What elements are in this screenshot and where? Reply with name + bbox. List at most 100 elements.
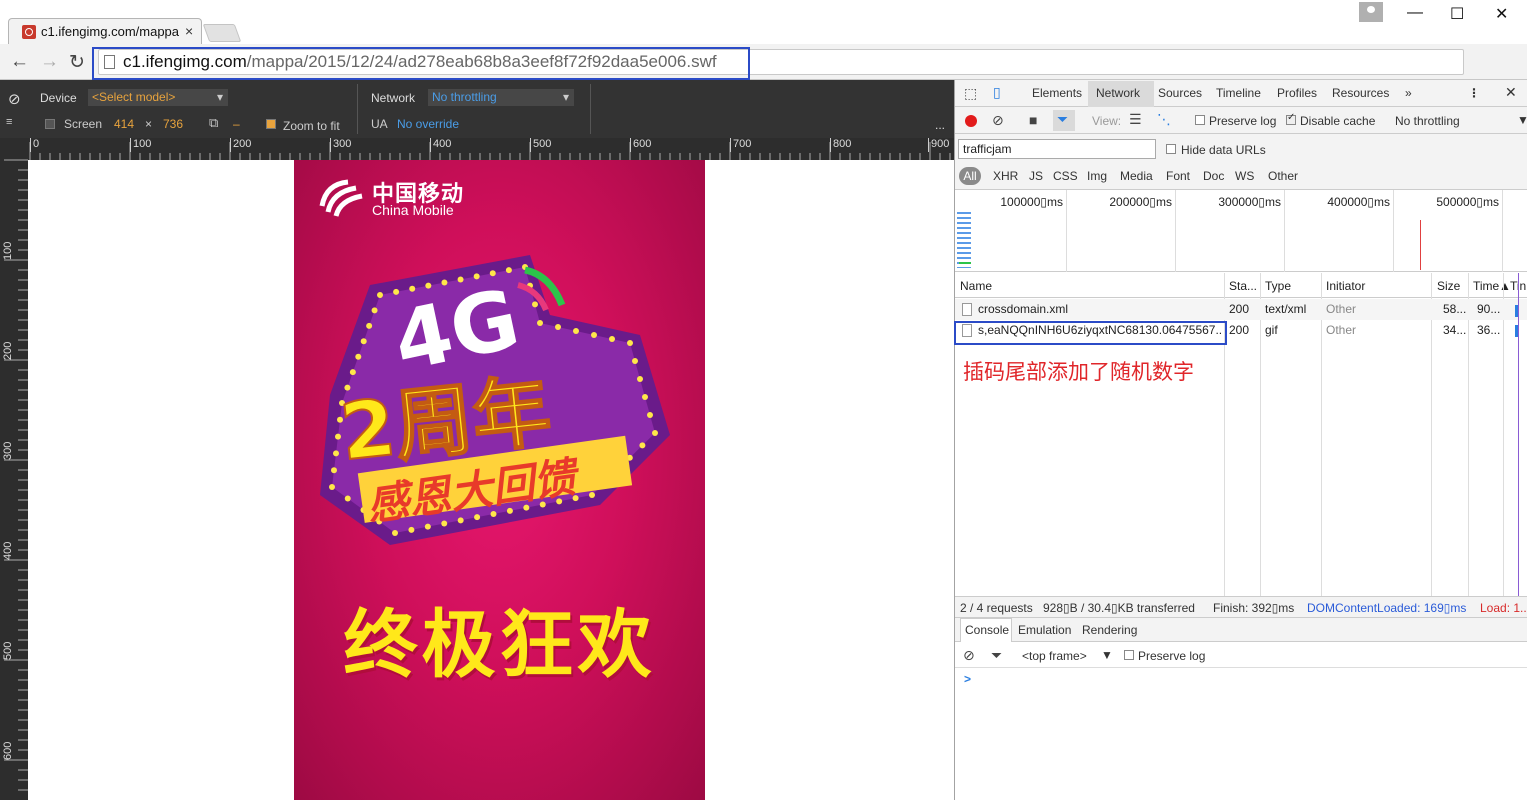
- devtools-panel: ⬚ ▯ Elements Network Sources Timeline Pr…: [954, 80, 1527, 800]
- window-close-button[interactable]: ✕: [1495, 4, 1508, 24]
- logo-english-text: China Mobile: [372, 202, 454, 218]
- tab-network[interactable]: Network: [1096, 86, 1140, 100]
- type-media[interactable]: Media: [1120, 169, 1153, 183]
- hide-data-urls-label: Hide data URLs: [1181, 143, 1266, 157]
- preserve-log-checkbox[interactable]: [1195, 115, 1205, 125]
- filter-icon[interactable]: ⏷: [1057, 111, 1068, 128]
- status-finish: Finish: 392▯ms: [1213, 601, 1295, 615]
- reload-icon[interactable]: ↻: [69, 51, 85, 74]
- col-name[interactable]: Name: [960, 279, 992, 293]
- throttling-select[interactable]: No throttling: [1395, 114, 1460, 128]
- anniversary-badge: 4G 2周年 感恩大回馈: [320, 255, 670, 545]
- tab-profiles[interactable]: Profiles: [1277, 86, 1317, 100]
- dimension-times: ×: [145, 117, 153, 131]
- more-options-icon[interactable]: ...: [935, 118, 945, 132]
- profile-icon[interactable]: [1359, 2, 1383, 22]
- tab-emulation[interactable]: Emulation: [1018, 623, 1071, 637]
- network-overview: 100000▯ms 200000▯ms 300000▯ms 400000▯ms …: [955, 190, 1527, 272]
- back-arrow-icon[interactable]: ←: [10, 51, 29, 73]
- tab-resources[interactable]: Resources: [1332, 86, 1389, 100]
- overview-tick: 100000▯ms: [1000, 195, 1063, 209]
- ruler-label: 700: [730, 138, 751, 152]
- type-img[interactable]: Img: [1087, 169, 1107, 183]
- disable-cache-checkbox[interactable]: [1286, 112, 1296, 125]
- divider: [590, 84, 591, 134]
- annotation-text: 插码尾部添加了随机数字: [963, 361, 1194, 384]
- disable-cache-label: Disable cache: [1300, 114, 1376, 128]
- forward-arrow-icon[interactable]: →: [40, 51, 59, 73]
- overview-tick: 300000▯ms: [1218, 195, 1281, 209]
- request-table-header: Name Sta... Type Initiator Size Time ▲ T…: [955, 273, 1527, 298]
- screen-checkbox[interactable]: [45, 119, 55, 129]
- type-ws[interactable]: WS: [1235, 169, 1254, 183]
- throttling-dropdown-icon[interactable]: ▼: [1517, 113, 1527, 127]
- type-xhr[interactable]: XHR: [993, 169, 1018, 183]
- zoom-to-fit-checkbox[interactable]: [266, 119, 276, 129]
- ruler-label: 400: [430, 138, 451, 152]
- device-label: Device: [40, 91, 77, 105]
- screen-width[interactable]: 414: [114, 117, 134, 131]
- col-time[interactable]: Time: [1473, 279, 1499, 293]
- ruler-label: 500: [530, 138, 551, 152]
- row-time: 36...: [1477, 323, 1501, 337]
- screen-height[interactable]: 736: [163, 117, 183, 131]
- row-name[interactable]: crossdomain.xml: [978, 302, 1218, 316]
- overview-icon[interactable]: ⋱: [1157, 111, 1171, 128]
- more-tabs-icon[interactable]: »: [1405, 86, 1412, 100]
- network-throttle-select[interactable]: No throttling ▾: [428, 89, 574, 106]
- view-label: View:: [1092, 114, 1122, 128]
- large-rows-icon[interactable]: ☰: [1129, 111, 1142, 128]
- console-preserve-log-label: Preserve log: [1138, 649, 1206, 663]
- type-css[interactable]: CSS: [1053, 169, 1078, 183]
- type-font[interactable]: Font: [1166, 169, 1190, 183]
- ua-override-value[interactable]: No override: [397, 117, 459, 131]
- type-doc[interactable]: Doc: [1203, 169, 1224, 183]
- record-icon[interactable]: [965, 115, 977, 127]
- frame-dropdown-icon[interactable]: ▼: [1101, 648, 1113, 662]
- devtools-close-icon[interactable]: ✕: [1505, 84, 1517, 101]
- devtools-menu-icon[interactable]: ⋮: [1468, 86, 1480, 100]
- china-mobile-logo-icon: [319, 179, 363, 217]
- maximize-button[interactable]: ☐: [1450, 4, 1464, 24]
- col-size[interactable]: Size: [1437, 279, 1460, 293]
- type-all[interactable]: All: [959, 167, 981, 185]
- device-mode-icon[interactable]: ▯: [993, 84, 1001, 101]
- overview-tick: 400000▯ms: [1327, 195, 1390, 209]
- table-row[interactable]: crossdomain.xml 200 text/xml Other 58...…: [955, 299, 1527, 320]
- row-type: text/xml: [1265, 302, 1307, 316]
- device-mode-toggle-icon[interactable]: ⊘: [8, 90, 21, 108]
- col-initiator[interactable]: Initiator: [1326, 279, 1365, 293]
- ruler-label: 400: [2, 541, 14, 560]
- clear-icon[interactable]: ⊘: [992, 112, 1004, 129]
- type-js[interactable]: JS: [1029, 169, 1043, 183]
- camera-icon[interactable]: ■: [1029, 112, 1037, 128]
- console-prompt[interactable]: >: [964, 672, 971, 686]
- col-type[interactable]: Type: [1265, 279, 1291, 293]
- console-clear-icon[interactable]: ⊘: [963, 647, 975, 664]
- col-status[interactable]: Sta...: [1229, 279, 1257, 293]
- tab-rendering[interactable]: Rendering: [1082, 623, 1137, 637]
- hide-data-urls-checkbox[interactable]: [1166, 144, 1176, 154]
- emulation-options-icon[interactable]: ≡: [6, 116, 12, 128]
- swap-dimensions-icon[interactable]: ⧉: [209, 115, 218, 131]
- console-preserve-log-checkbox[interactable]: [1124, 650, 1134, 660]
- tab-timeline[interactable]: Timeline: [1216, 86, 1261, 100]
- overview-load-marker: [1420, 220, 1421, 270]
- device-model-select[interactable]: <Select model> ▾: [88, 89, 228, 106]
- inspect-element-icon[interactable]: ⬚: [964, 85, 977, 102]
- tab-elements[interactable]: Elements: [1032, 86, 1082, 100]
- console-filter-icon[interactable]: ⏷: [991, 647, 1002, 664]
- device-mode-toolbar: ⊘ Device <Select model> ▾ ≡ Screen 414 × …: [0, 80, 954, 138]
- row-initiator: Other: [1326, 302, 1357, 316]
- type-other[interactable]: Other: [1268, 169, 1298, 183]
- ruler-label: 200: [230, 138, 251, 152]
- filter-input[interactable]: trafficjam: [958, 139, 1156, 159]
- minimize-button[interactable]: —: [1407, 4, 1423, 22]
- tab-close-icon[interactable]: ×: [185, 23, 193, 39]
- ruler-label: 900: [928, 138, 949, 152]
- tab-console[interactable]: Console: [965, 623, 1009, 637]
- browser-tab[interactable]: c1.ifengimg.com/mappa ×: [8, 18, 202, 44]
- frame-select[interactable]: <top frame>: [1022, 649, 1087, 663]
- new-tab-button[interactable]: [202, 24, 242, 42]
- tab-sources[interactable]: Sources: [1158, 86, 1202, 100]
